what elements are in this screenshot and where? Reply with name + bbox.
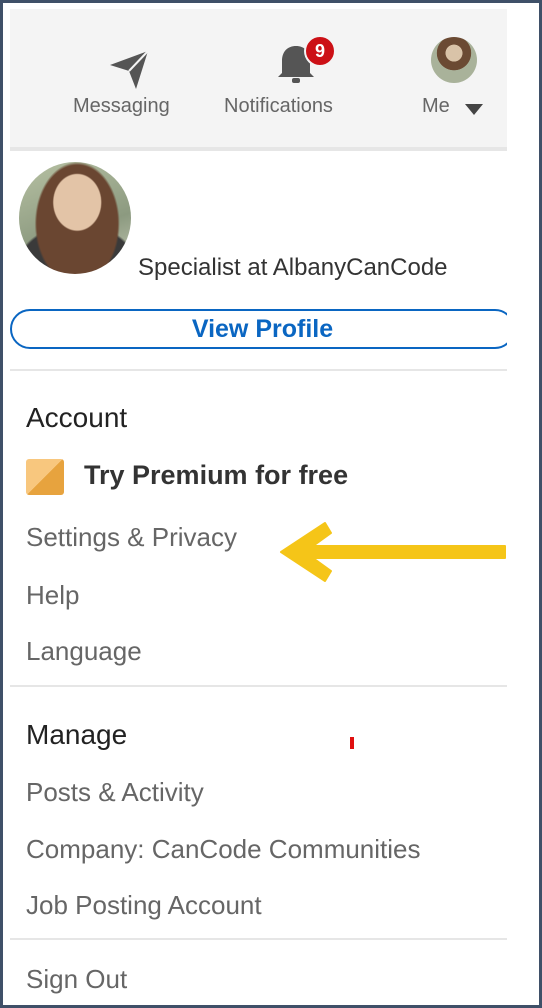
help-link[interactable]: Help [26, 580, 79, 611]
me-dropdown-panel: Messaging Notifications 9 Me Specialist … [10, 9, 507, 1005]
nav-messaging-label: Messaging [73, 95, 170, 117]
premium-badge-icon [26, 459, 64, 495]
divider [10, 685, 507, 687]
profile-headline: Specialist at AlbanyCanCode [138, 254, 448, 281]
divider [10, 369, 507, 371]
sign-out-link[interactable]: Sign Out [26, 964, 127, 995]
nav-me-label: Me [422, 95, 450, 117]
settings-privacy-link[interactable]: Settings & Privacy [26, 522, 237, 553]
divider [10, 938, 507, 940]
notification-count-badge: 9 [304, 35, 336, 67]
profile-photo[interactable] [19, 162, 131, 274]
view-profile-button[interactable]: View Profile [10, 309, 507, 349]
language-link[interactable]: Language [26, 636, 142, 667]
posts-activity-link[interactable]: Posts & Activity [26, 777, 204, 808]
job-posting-account-link[interactable]: Job Posting Account [26, 890, 262, 921]
avatar[interactable] [431, 37, 477, 83]
red-mark [350, 737, 354, 749]
try-premium-link[interactable]: Try Premium for free [84, 460, 348, 491]
nav-messaging[interactable]: Messaging [65, 9, 195, 147]
screenshot-frame: Messaging Notifications 9 Me Specialist … [0, 0, 542, 1008]
chevron-down-icon[interactable] [465, 104, 483, 115]
manage-heading: Manage [26, 719, 128, 750]
paper-plane-icon [110, 50, 149, 89]
account-heading: Account [26, 402, 128, 433]
top-navigation: Messaging Notifications 9 Me [10, 9, 507, 151]
nav-notifications[interactable]: Notifications [222, 9, 372, 147]
nav-notifications-label: Notifications [224, 95, 333, 117]
company-page-link[interactable]: Company: CanCode Communities [26, 834, 421, 865]
left-arrow-icon [280, 522, 506, 582]
